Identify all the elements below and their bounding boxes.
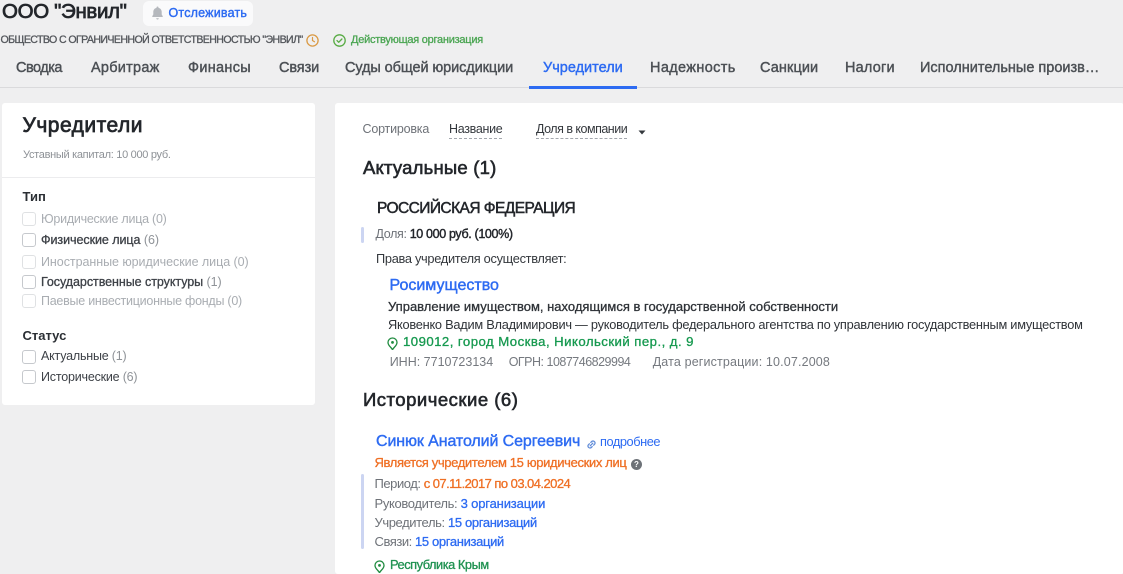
svg-text:?: ? <box>634 460 639 469</box>
